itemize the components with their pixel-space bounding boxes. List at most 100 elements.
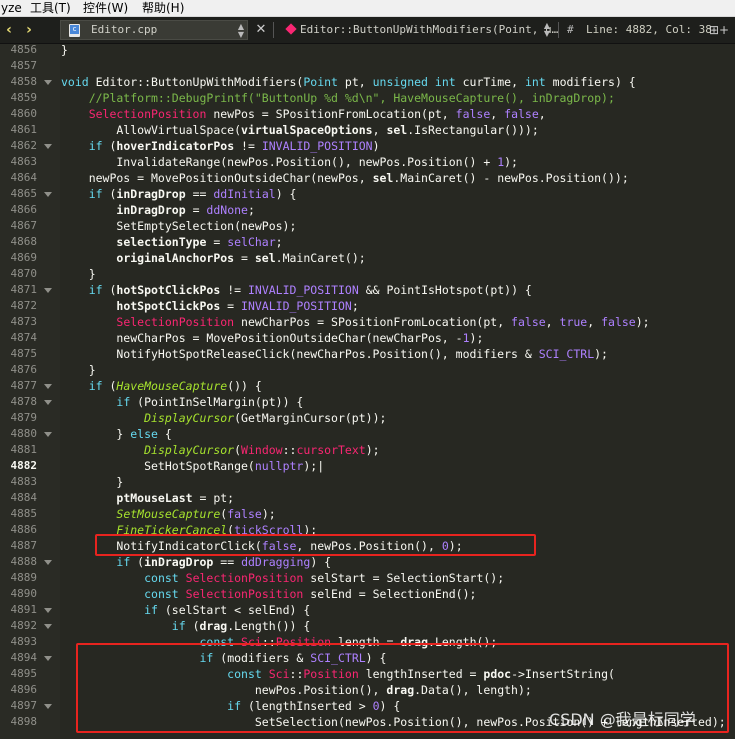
line-col-indicator[interactable]: Line: 4882, Col: 38	[586, 20, 712, 40]
fold-arrow-icon[interactable]	[44, 624, 52, 629]
code-line[interactable]: 4863 InvalidateRange(newPos.Position(), …	[0, 154, 735, 170]
code-token: if	[88, 379, 103, 393]
code-line[interactable]: 4879 DisplayCursor(GetMarginCursor(pt));	[0, 410, 735, 426]
code-token: ==	[185, 187, 214, 201]
code-line[interactable]: 4885 SetMouseCapture(false);	[0, 506, 735, 522]
code-line[interactable]: 4890 const SelectionPosition selEnd = Se…	[0, 586, 735, 602]
menu-item-controls[interactable]: 控件(W)	[83, 0, 128, 16]
code-token: ddDragging	[241, 555, 311, 569]
code-line[interactable]: 4888 if (inDragDrop == ddDragging) {	[0, 554, 735, 570]
code-text: InvalidateRange(newPos.Position(), newPo…	[61, 154, 518, 170]
fold-arrow-icon[interactable]	[44, 432, 52, 437]
code-line[interactable]: 4874 newCharPos = MovePositionOutsideCha…	[0, 330, 735, 346]
code-text: DisplayCursor(GetMarginCursor(pt));	[61, 410, 386, 426]
code-line[interactable]: 4883 }	[0, 474, 735, 490]
code-line[interactable]: 4892 if (drag.Length()) {	[0, 618, 735, 634]
fold-arrow-icon[interactable]	[44, 608, 52, 613]
code-token: ,	[545, 315, 560, 329]
code-line[interactable]: 4881 DisplayCursor(Window::cursorText);	[0, 442, 735, 458]
code-line[interactable]: 4858 void Editor::ButtonUpWithModifiers(P…	[0, 74, 735, 90]
code-line[interactable]: 4876 }	[0, 362, 735, 378]
code-line[interactable]: 4856}	[0, 42, 735, 58]
code-line[interactable]: 4880 } else {	[0, 426, 735, 442]
code-line[interactable]: 4866 inDragDrop = ddNone;	[0, 202, 735, 218]
code-token: if	[144, 603, 158, 617]
code-token: selStart = SelectionStart();	[303, 571, 505, 585]
code-token: ddInitial	[213, 187, 276, 201]
function-dropdown-arrows-icon[interactable]: ▲ ▼	[541, 22, 553, 38]
code-line[interactable]: 4857	[0, 58, 735, 74]
code-line[interactable]: 4861 AllowVirtualSpace(virtualSpaceOptio…	[0, 122, 735, 138]
code-line[interactable]: 4875 NotifyHotSpotReleaseClick(newCharPo…	[0, 346, 735, 362]
file-selector[interactable]: c Editor.cpp ▲ ▼	[60, 20, 248, 40]
code-line[interactable]: 4859 //Platform::DebugPrintf("ButtonUp %…	[0, 90, 735, 106]
menu-item-help[interactable]: 帮助(H)	[142, 0, 184, 16]
close-icon[interactable]: ✕	[253, 20, 269, 40]
back-icon[interactable]: ‹	[0, 20, 18, 40]
code-token: );	[635, 315, 650, 329]
code-text: SelectionPosition newPos = SPositionFrom…	[61, 106, 546, 122]
code-token: if	[88, 139, 103, 153]
line-number: 4896	[10, 683, 38, 696]
fold-arrow-icon[interactable]	[44, 80, 52, 85]
fold-arrow-icon[interactable]	[44, 384, 52, 389]
code-line[interactable]: 4873 SelectionPosition newCharPos = SPos…	[0, 314, 735, 330]
fold-arrow-icon[interactable]	[44, 704, 52, 709]
code-line[interactable]: 4870 }	[0, 266, 735, 282]
line-number: 4889	[10, 571, 38, 584]
code-token: .Length()) {	[227, 619, 311, 633]
toolbar-divider	[558, 22, 559, 38]
menu-item-analyze[interactable]: yze	[1, 0, 22, 16]
split-view-icon[interactable]: ⊞+	[709, 20, 729, 40]
code-line[interactable]: 4862 if (hoverIndicatorPos != INVALID_PO…	[0, 138, 735, 154]
code-line[interactable]: 4872 hotSpotClickPos = INVALID_POSITION;	[0, 298, 735, 314]
code-token: ,	[587, 315, 602, 329]
code-token: NotifyHotSpotReleaseClick(newCharPos.Pos…	[61, 347, 539, 361]
forward-icon[interactable]: ›	[20, 20, 38, 40]
code-token: unsigned int	[372, 75, 456, 89]
line-number: 4866	[10, 203, 38, 216]
code-text: void Editor::ButtonUpWithModifiers(Point…	[61, 74, 636, 90]
code-line[interactable]: 4891 if (selStart < selEnd) {	[0, 602, 735, 618]
function-selector[interactable]: Editor::ButtonUpWithModifiers(Point, u…	[300, 20, 558, 40]
file-dropdown-arrows-icon[interactable]: ▲ ▼	[235, 23, 247, 39]
code-token: false	[504, 107, 539, 121]
code-token: = pt;	[192, 491, 235, 505]
code-line[interactable]: 4877 if (HaveMouseCapture()) {	[0, 378, 735, 394]
code-token: AllowVirtualSpace(	[61, 123, 242, 137]
code-line[interactable]: 4868 selectionType = selChar;	[0, 234, 735, 250]
fold-arrow-icon[interactable]	[44, 144, 52, 149]
code-token: }	[61, 267, 96, 281]
code-token: drag	[199, 619, 228, 633]
code-line[interactable]: 4867 SetEmptySelection(newPos);	[0, 218, 735, 234]
fold-arrow-icon[interactable]	[44, 288, 52, 293]
line-number: 4863	[10, 155, 38, 168]
code-token: else	[130, 427, 158, 441]
code-line[interactable]: 4864 newPos = MovePositionOutsideChar(ne…	[0, 170, 735, 186]
code-token: inDragDrop	[144, 555, 214, 569]
fold-arrow-icon[interactable]	[44, 192, 52, 197]
fold-arrow-icon[interactable]	[44, 656, 52, 661]
code-token: newCharPos = SPositionFromLocation(pt,	[234, 315, 512, 329]
code-line[interactable]: 4869 originalAnchorPos = sel.MainCaret()…	[0, 250, 735, 266]
code-line[interactable]: 4882 SetHotSpotRange(nullptr);|	[0, 458, 735, 474]
fold-arrow-icon[interactable]	[44, 400, 52, 405]
code-line[interactable]: 4889 const SelectionPosition selStart = …	[0, 570, 735, 586]
code-line[interactable]: 4878 if (PointInSelMargin(pt)) {	[0, 394, 735, 410]
code-editor[interactable]: 4856} 4857 4858 void Editor::ButtonUpWithMo…	[0, 42, 735, 739]
code-line[interactable]: 4865 if (inDragDrop == ddInitial) {	[0, 186, 735, 202]
fold-arrow-icon[interactable]	[44, 560, 52, 565]
code-token: (	[102, 139, 117, 153]
code-text: hotSpotClickPos = INVALID_POSITION;	[61, 298, 358, 314]
code-line[interactable]: 4860 SelectionPosition newPos = SPositio…	[0, 106, 735, 122]
code-line[interactable]: 4884 ptMouseLast = pt;	[0, 490, 735, 506]
code-token: ;	[247, 203, 255, 217]
line-number: 4894	[10, 651, 38, 664]
code-line[interactable]: 4871 if (hotSpotClickPos != INVALID_POSI…	[0, 282, 735, 298]
code-token: (	[234, 443, 242, 457]
code-token: if	[116, 395, 131, 409]
menu-item-tools[interactable]: 工具(T)	[30, 0, 71, 16]
